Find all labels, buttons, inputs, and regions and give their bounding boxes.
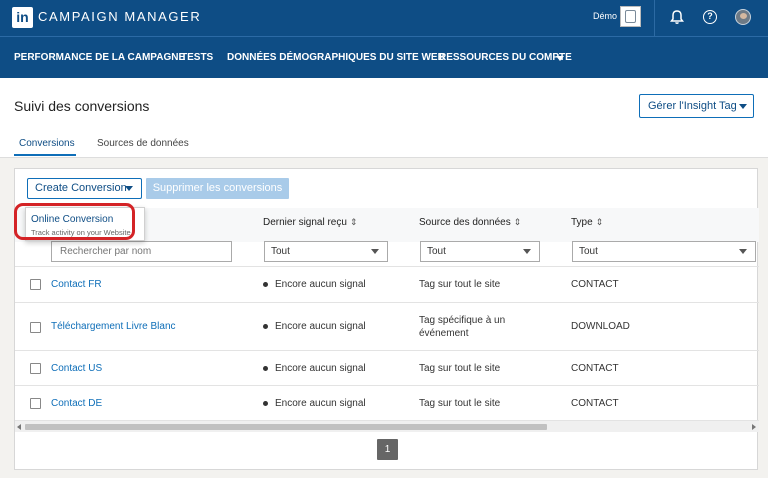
- status-dot-icon: [263, 365, 268, 371]
- select-value: Tout: [427, 246, 446, 257]
- signal-status: Encore aucun signal: [263, 321, 366, 332]
- chevron-down-icon: [739, 249, 747, 254]
- column-label: Type: [571, 217, 593, 228]
- row-checkbox[interactable]: [30, 363, 41, 374]
- linkedin-logo[interactable]: in: [12, 7, 33, 28]
- table-row: Contact US Encore aucun signal Tag sur t…: [15, 350, 759, 385]
- pagination-page-button[interactable]: 1: [377, 439, 398, 460]
- column-type[interactable]: Type ⇕: [571, 217, 603, 228]
- page-header: Suivi des conversions Gérer l'Insight Ta…: [0, 78, 768, 158]
- help-icon[interactable]: ?: [701, 8, 719, 26]
- conversion-type: CONTACT: [571, 279, 619, 290]
- conversion-name-link[interactable]: Contact US: [51, 363, 102, 374]
- column-label: Source des données: [419, 217, 511, 228]
- signal-text: Encore aucun signal: [275, 363, 366, 374]
- sort-icon[interactable]: ⇕: [350, 217, 358, 227]
- signal-status: Encore aucun signal: [263, 363, 366, 374]
- conversion-name-link[interactable]: Téléchargement Livre Blanc: [51, 321, 176, 332]
- bell-icon[interactable]: [668, 8, 686, 26]
- account-avatar[interactable]: [620, 6, 641, 27]
- user-avatar-icon[interactable]: [734, 8, 752, 26]
- source-filter-select[interactable]: Tout: [420, 241, 540, 262]
- column-last-signal[interactable]: Dernier signal reçu ⇕: [263, 217, 357, 228]
- row-checkbox[interactable]: [30, 279, 41, 290]
- signal-text: Encore aucun signal: [275, 279, 366, 290]
- nav-account-resources[interactable]: RESSOURCES DU COMPTE: [439, 52, 572, 63]
- data-source: Tag sur tout le site: [419, 398, 501, 409]
- conversion-type: DOWNLOAD: [571, 321, 630, 332]
- create-conversion-button[interactable]: Create Conversion: [27, 178, 142, 199]
- scrollbar-thumb[interactable]: [25, 424, 547, 430]
- create-conversion-label: Create Conversion: [35, 182, 127, 194]
- row-checkbox[interactable]: [30, 398, 41, 409]
- nav-demographics[interactable]: DONNÉES DÉMOGRAPHIQUES DU SITE WEB: [227, 52, 445, 63]
- search-input[interactable]: [51, 241, 232, 262]
- select-value: Tout: [271, 246, 290, 257]
- status-dot-icon: [263, 281, 268, 287]
- app-title: CAMPAIGN MANAGER: [38, 9, 202, 24]
- conversion-name-link[interactable]: Contact FR: [51, 279, 102, 290]
- manage-insight-tag-button[interactable]: Gérer l'Insight Tag: [639, 94, 754, 118]
- active-tab-indicator: [14, 154, 76, 156]
- signal-text: Encore aucun signal: [275, 321, 366, 332]
- status-dot-icon: [263, 323, 268, 329]
- main-nav: PERFORMANCE DE LA CAMPAGNE TESTS DONNÉES…: [0, 36, 768, 78]
- sort-icon[interactable]: ⇕: [514, 217, 522, 227]
- page-title: Suivi des conversions: [14, 98, 150, 114]
- chevron-down-icon[interactable]: [556, 56, 564, 61]
- signal-status: Encore aucun signal: [263, 279, 366, 290]
- column-data-source[interactable]: Source des données ⇕: [419, 217, 521, 228]
- signal-status: Encore aucun signal: [263, 398, 366, 409]
- data-source: Tag spécifique à un événement: [419, 315, 506, 339]
- status-dot-icon: [263, 400, 268, 406]
- tab-data-sources[interactable]: Sources de données: [97, 138, 189, 149]
- select-value: Tout: [579, 246, 598, 257]
- topbar-divider: [654, 0, 655, 36]
- nav-tests[interactable]: TESTS: [181, 52, 213, 63]
- horizontal-scrollbar[interactable]: [15, 420, 759, 432]
- insight-button-label: Gérer l'Insight Tag: [648, 100, 737, 112]
- caret-down-icon: [739, 104, 747, 109]
- conversion-name-link[interactable]: Contact DE: [51, 398, 102, 409]
- highlight-annotation: [14, 203, 135, 240]
- scroll-left-arrow-icon[interactable]: [17, 424, 21, 430]
- top-bar: in CAMPAIGN MANAGER Démo ?: [0, 0, 768, 36]
- signal-filter-select[interactable]: Tout: [264, 241, 388, 262]
- table-row: Contact FR Encore aucun signal Tag sur t…: [15, 266, 759, 302]
- data-source: Tag sur tout le site: [419, 279, 501, 290]
- nav-performance[interactable]: PERFORMANCE DE LA CAMPAGNE: [14, 52, 185, 63]
- column-label: Dernier signal reçu: [263, 217, 347, 228]
- chevron-down-icon: [523, 249, 531, 254]
- data-source: Tag sur tout le site: [419, 363, 501, 374]
- account-label[interactable]: Démo: [593, 11, 617, 21]
- chevron-down-icon: [371, 249, 379, 254]
- row-checkbox[interactable]: [30, 322, 41, 333]
- scroll-right-arrow-icon[interactable]: [752, 424, 756, 430]
- conversion-type: CONTACT: [571, 398, 619, 409]
- caret-down-icon: [125, 186, 133, 191]
- table-row: Contact DE Encore aucun signal Tag sur t…: [15, 385, 759, 420]
- sort-icon[interactable]: ⇕: [596, 217, 604, 227]
- delete-conversions-button[interactable]: Supprimer les conversions: [146, 178, 289, 199]
- table-row: Téléchargement Livre Blanc Encore aucun …: [15, 302, 759, 350]
- signal-text: Encore aucun signal: [275, 398, 366, 409]
- conversion-type: CONTACT: [571, 363, 619, 374]
- tab-conversions[interactable]: Conversions: [19, 138, 75, 149]
- type-filter-select[interactable]: Tout: [572, 241, 756, 262]
